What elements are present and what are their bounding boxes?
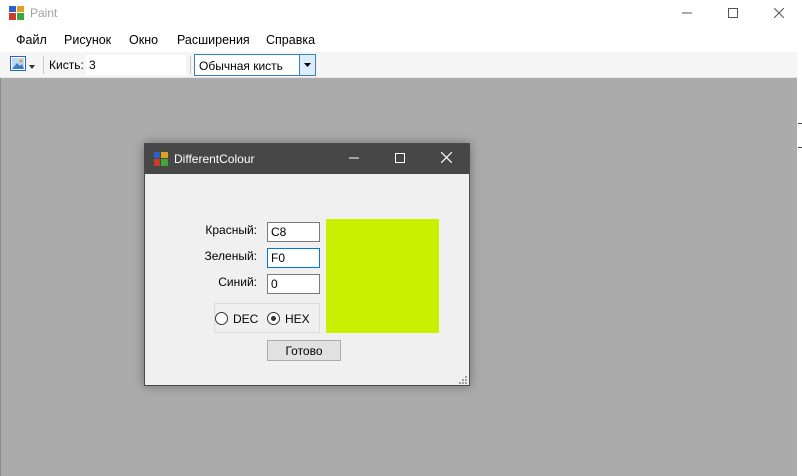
toolbar-separator: [190, 56, 191, 74]
toolbar: Кисть: Обычная кисть: [0, 52, 802, 78]
menu-image[interactable]: Рисунок: [64, 33, 111, 47]
close-icon: [440, 151, 452, 166]
maximize-icon: [728, 7, 738, 21]
edge-marker: [798, 123, 802, 124]
menu-extensions[interactable]: Расширения: [177, 33, 250, 47]
app-title: Paint: [30, 6, 58, 20]
green-input[interactable]: [267, 248, 320, 268]
dialog-app-icon: [154, 152, 168, 166]
dialog-minimize-button[interactable]: [331, 144, 377, 174]
brush-size-label: Кисть:: [49, 58, 84, 72]
maximize-icon: [395, 152, 405, 166]
blue-label: Синий:: [218, 275, 257, 289]
menu-bar: Файл Рисунок Окно Расширения Справка: [0, 30, 802, 51]
color-preview-swatch: [326, 219, 439, 333]
dialog-titlebar: DifferentColour: [145, 144, 469, 174]
app-titlebar: Paint: [0, 0, 802, 28]
minimize-icon: [682, 7, 692, 21]
brush-size-input[interactable]: [86, 55, 186, 75]
minimize-icon: [349, 152, 359, 166]
green-label: Зеленый:: [204, 249, 258, 263]
close-button[interactable]: [756, 0, 802, 28]
radio-selected-dot: [271, 316, 276, 321]
image-icon: [10, 56, 26, 74]
different-colour-dialog: DifferentColour Красный: Зеленый: Синий:…: [144, 143, 470, 386]
dialog-title: DifferentColour: [174, 152, 255, 166]
dec-radio-label[interactable]: DEC: [233, 312, 258, 326]
hex-radio[interactable]: [267, 312, 280, 325]
brush-type-value: Обычная кисть: [199, 59, 283, 73]
dec-radio[interactable]: [215, 312, 228, 325]
red-input[interactable]: [267, 222, 320, 242]
menu-window[interactable]: Окно: [129, 33, 158, 47]
brush-type-select[interactable]: Обычная кисть: [194, 54, 316, 76]
resize-grip-icon[interactable]: [457, 373, 467, 384]
toolbar-separator: [43, 56, 44, 74]
close-icon: [773, 7, 785, 21]
dialog-close-button[interactable]: [423, 144, 469, 174]
done-button[interactable]: Готово: [267, 340, 341, 361]
window-edge: [797, 28, 802, 476]
red-label: Красный:: [205, 223, 257, 237]
blue-input[interactable]: [267, 274, 320, 294]
chevron-down-icon: [29, 58, 35, 72]
hex-radio-label[interactable]: HEX: [285, 312, 310, 326]
maximize-button[interactable]: [710, 0, 756, 28]
menu-help[interactable]: Справка: [266, 33, 315, 47]
paint-app-icon: [9, 6, 24, 20]
edge-marker: [798, 147, 802, 148]
menu-file[interactable]: Файл: [16, 33, 47, 47]
number-format-group: DEC HEX: [214, 303, 320, 333]
dialog-maximize-button[interactable]: [377, 144, 423, 174]
image-dropdown-button[interactable]: [10, 56, 38, 74]
chevron-down-icon[interactable]: [299, 55, 315, 75]
minimize-button[interactable]: [664, 0, 710, 28]
